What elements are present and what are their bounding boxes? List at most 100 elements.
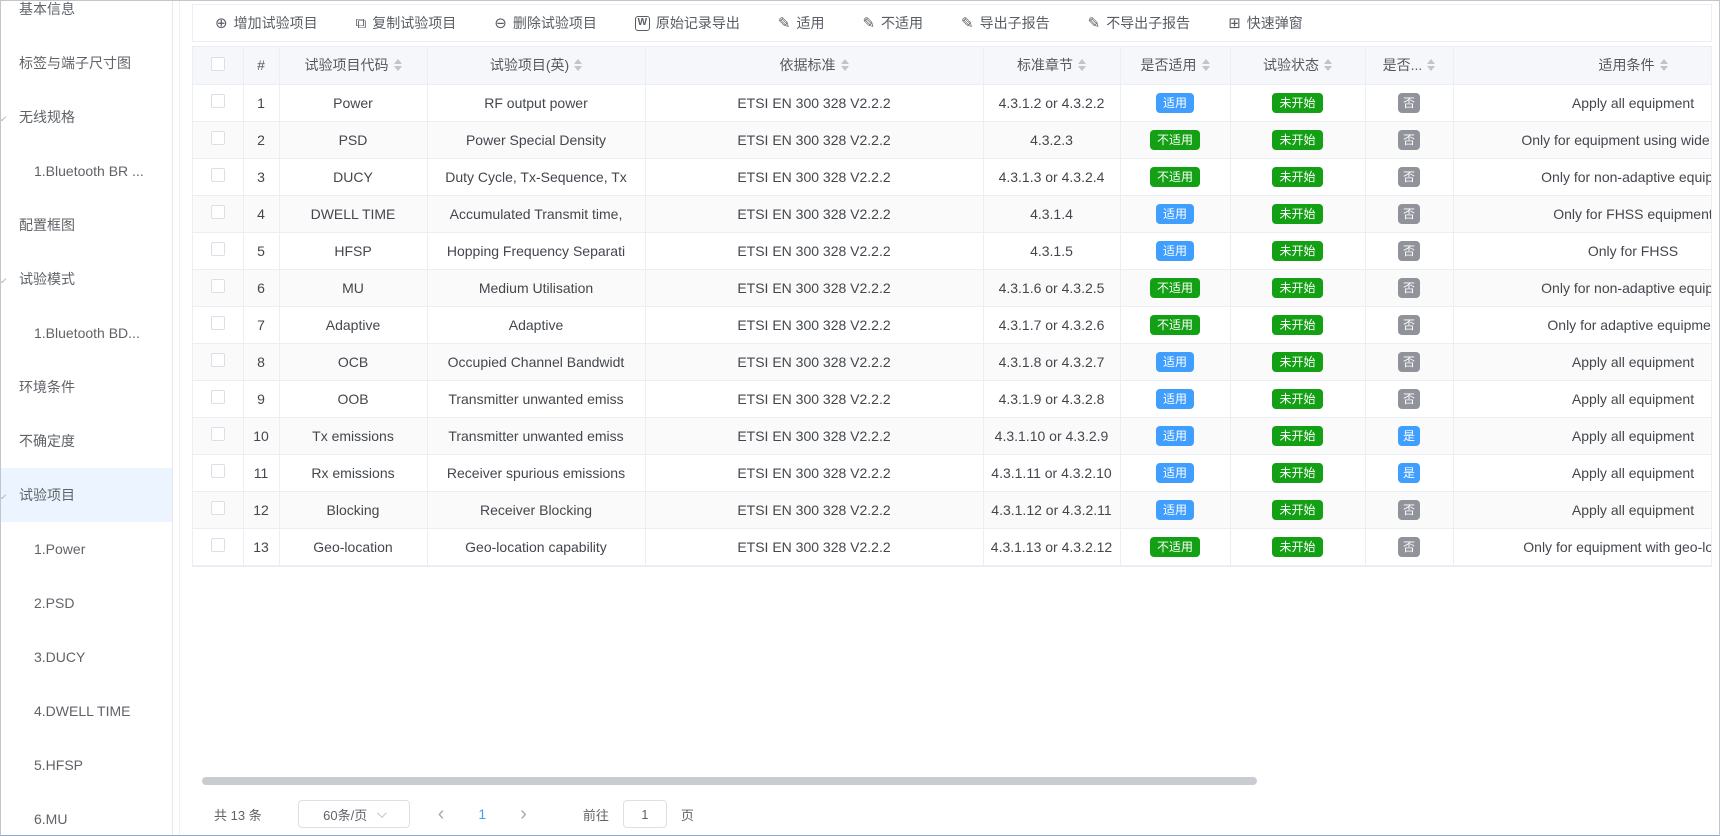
sort-asc-icon[interactable] <box>574 59 582 64</box>
column-header[interactable]: 依据标准 <box>645 47 983 84</box>
sidebar-item[interactable]: 标签与端子尺寸图 <box>1 36 172 90</box>
sidebar-item[interactable]: 2.PSD <box>1 576 172 630</box>
item-code-cell: Power <box>279 84 427 121</box>
table-row[interactable]: 1 Power RF output power ETSI EN 300 328 … <box>193 84 1712 121</box>
row-checkbox[interactable] <box>211 279 225 293</box>
sort-asc-icon[interactable] <box>1427 59 1435 64</box>
sidebar-item[interactable]: 3.DUCY <box>1 630 172 684</box>
sort-asc-icon[interactable] <box>1078 59 1086 64</box>
table-row[interactable]: 8 OCB Occupied Channel Bandwidt ETSI EN … <box>193 343 1712 380</box>
row-checkbox[interactable] <box>211 168 225 182</box>
table-row[interactable]: 3 DUCY Duty Cycle, Tx-Sequence, Tx ETSI … <box>193 158 1712 195</box>
toolbar-button[interactable]: ✎ 不适用 <box>862 13 923 33</box>
clause-cell: 4.3.1.13 or 4.3.2.12 <box>983 528 1120 565</box>
toolbar-button[interactable]: ⊖ 删除试验项目 <box>494 13 597 33</box>
row-checkbox[interactable] <box>211 427 225 441</box>
column-header[interactable]: # <box>243 47 279 84</box>
select-all-checkbox[interactable] <box>211 57 225 71</box>
table-row[interactable]: 12 Blocking Receiver Blocking ETSI EN 30… <box>193 491 1712 528</box>
item-name-en-cell: Hopping Frequency Separati <box>427 232 645 269</box>
status-cell: 未开始 <box>1230 380 1365 417</box>
sort-asc-icon[interactable] <box>1660 59 1668 64</box>
toolbar-button[interactable]: ✎ 不导出子报告 <box>1088 13 1191 33</box>
sidebar-item[interactable]: 试验项目 <box>1 468 172 522</box>
sidebar-item[interactable]: 不确定度 <box>1 414 172 468</box>
row-checkbox[interactable] <box>211 316 225 330</box>
sort-desc-icon[interactable] <box>1078 66 1086 71</box>
row-checkbox[interactable] <box>211 353 225 367</box>
applicable-badge: 适用 <box>1156 389 1194 409</box>
row-checkbox[interactable] <box>211 464 225 478</box>
sidebar-item[interactable]: 1.Power <box>1 522 172 576</box>
column-header[interactable]: 是否适用 <box>1120 47 1230 84</box>
sidebar-menu: 基本信息 标签与端子尺寸图 无线规格 1.Bluetooth BR ... <box>1 1 172 835</box>
table-row[interactable]: 9 OOB Transmitter unwanted emiss ETSI EN… <box>193 380 1712 417</box>
sidebar-item[interactable]: 6.MU <box>1 792 172 835</box>
column-header[interactable]: 标准章节 <box>983 47 1120 84</box>
current-page-number[interactable]: 1 <box>472 806 492 822</box>
sort-desc-icon[interactable] <box>1202 66 1210 71</box>
sort-asc-icon[interactable] <box>1202 59 1210 64</box>
row-checkbox[interactable] <box>211 538 225 552</box>
toolbar-button[interactable]: ⧉ 复制试验项目 <box>356 13 457 33</box>
toolbar-button[interactable]: W 原始记录导出 <box>635 13 740 33</box>
row-checkbox[interactable] <box>211 205 225 219</box>
item-name-en-cell: Medium Utilisation <box>427 269 645 306</box>
sidebar-item[interactable]: 基本信息 <box>1 1 172 36</box>
condition-cell: Only for FHSS equipment <box>1453 195 1712 232</box>
sidebar-item[interactable]: 无线规格 <box>1 90 172 144</box>
table-row[interactable]: 2 PSD Power Special Density ETSI EN 300 … <box>193 121 1712 158</box>
row-checkbox[interactable] <box>211 94 225 108</box>
goto-page-input[interactable]: 1 <box>623 800 667 828</box>
sort-desc-icon[interactable] <box>574 66 582 71</box>
prev-page-button[interactable]: ‹ <box>424 804 459 824</box>
sort-desc-icon[interactable] <box>1324 66 1332 71</box>
applicable-badge: 不适用 <box>1150 537 1200 557</box>
status-cell: 未开始 <box>1230 121 1365 158</box>
sort-asc-icon[interactable] <box>841 59 849 64</box>
sidebar-item[interactable]: 1.Bluetooth BD... <box>1 306 172 360</box>
column-header[interactable]: 试验项目(英) <box>427 47 645 84</box>
sidebar-item[interactable]: 1.Bluetooth BR ... <box>1 144 172 198</box>
table-row[interactable]: 4 DWELL TIME Accumulated Transmit time, … <box>193 195 1712 232</box>
row-checkbox[interactable] <box>211 501 225 515</box>
sidebar-item-label: 1.Bluetooth BD... <box>34 325 140 341</box>
sort-desc-icon[interactable] <box>1427 66 1435 71</box>
table-row[interactable]: 11 Rx emissions Receiver spurious emissi… <box>193 454 1712 491</box>
row-number-cell: 9 <box>243 380 279 417</box>
edit-icon: ✎ <box>961 16 974 31</box>
table-row[interactable]: 6 MU Medium Utilisation ETSI EN 300 328 … <box>193 269 1712 306</box>
toolbar-button[interactable]: ✎ 导出子报告 <box>961 13 1050 33</box>
sort-desc-icon[interactable] <box>1660 66 1668 71</box>
sidebar-item[interactable]: 4.DWELL TIME <box>1 684 172 738</box>
page-size-select[interactable]: 60条/页 <box>298 800 410 828</box>
table-row[interactable]: 5 HFSP Hopping Frequency Separati ETSI E… <box>193 232 1712 269</box>
sort-asc-icon[interactable] <box>1324 59 1332 64</box>
table-row[interactable]: 10 Tx emissions Transmitter unwanted emi… <box>193 417 1712 454</box>
toolbar-button[interactable]: ✎ 适用 <box>778 13 825 33</box>
sidebar-item[interactable]: 配置框图 <box>1 198 172 252</box>
toolbar-button[interactable]: ⊞ 快速弹窗 <box>1228 13 1303 33</box>
toolbar-button[interactable]: ⊕ 增加试验项目 <box>215 13 318 33</box>
table-row[interactable]: 13 Geo-location Geo-location capability … <box>193 528 1712 565</box>
sort-desc-icon[interactable] <box>394 66 402 71</box>
sort-desc-icon[interactable] <box>841 66 849 71</box>
expand-caret-icon[interactable] <box>1 491 6 499</box>
column-header[interactable]: 适用条件 <box>1453 47 1712 84</box>
column-header[interactable]: 是否... <box>1365 47 1453 84</box>
sort-asc-icon[interactable] <box>394 59 402 64</box>
expand-caret-icon[interactable] <box>1 275 6 283</box>
row-checkbox[interactable] <box>211 242 225 256</box>
horizontal-scrollbar-thumb[interactable] <box>202 777 1257 785</box>
table-row[interactable]: 7 Adaptive Adaptive ETSI EN 300 328 V2.2… <box>193 306 1712 343</box>
row-checkbox[interactable] <box>211 131 225 145</box>
row-checkbox[interactable] <box>211 390 225 404</box>
next-page-button[interactable]: › <box>506 804 541 824</box>
sidebar-item[interactable]: 试验模式 <box>1 252 172 306</box>
sidebar-item[interactable]: 环境条件 <box>1 360 172 414</box>
expand-caret-icon[interactable] <box>1 113 6 121</box>
column-header[interactable]: 试验项目代码 <box>279 47 427 84</box>
toolbar-button-label: 删除试验项目 <box>513 13 597 33</box>
column-header[interactable]: 试验状态 <box>1230 47 1365 84</box>
sidebar-item[interactable]: 5.HFSP <box>1 738 172 792</box>
